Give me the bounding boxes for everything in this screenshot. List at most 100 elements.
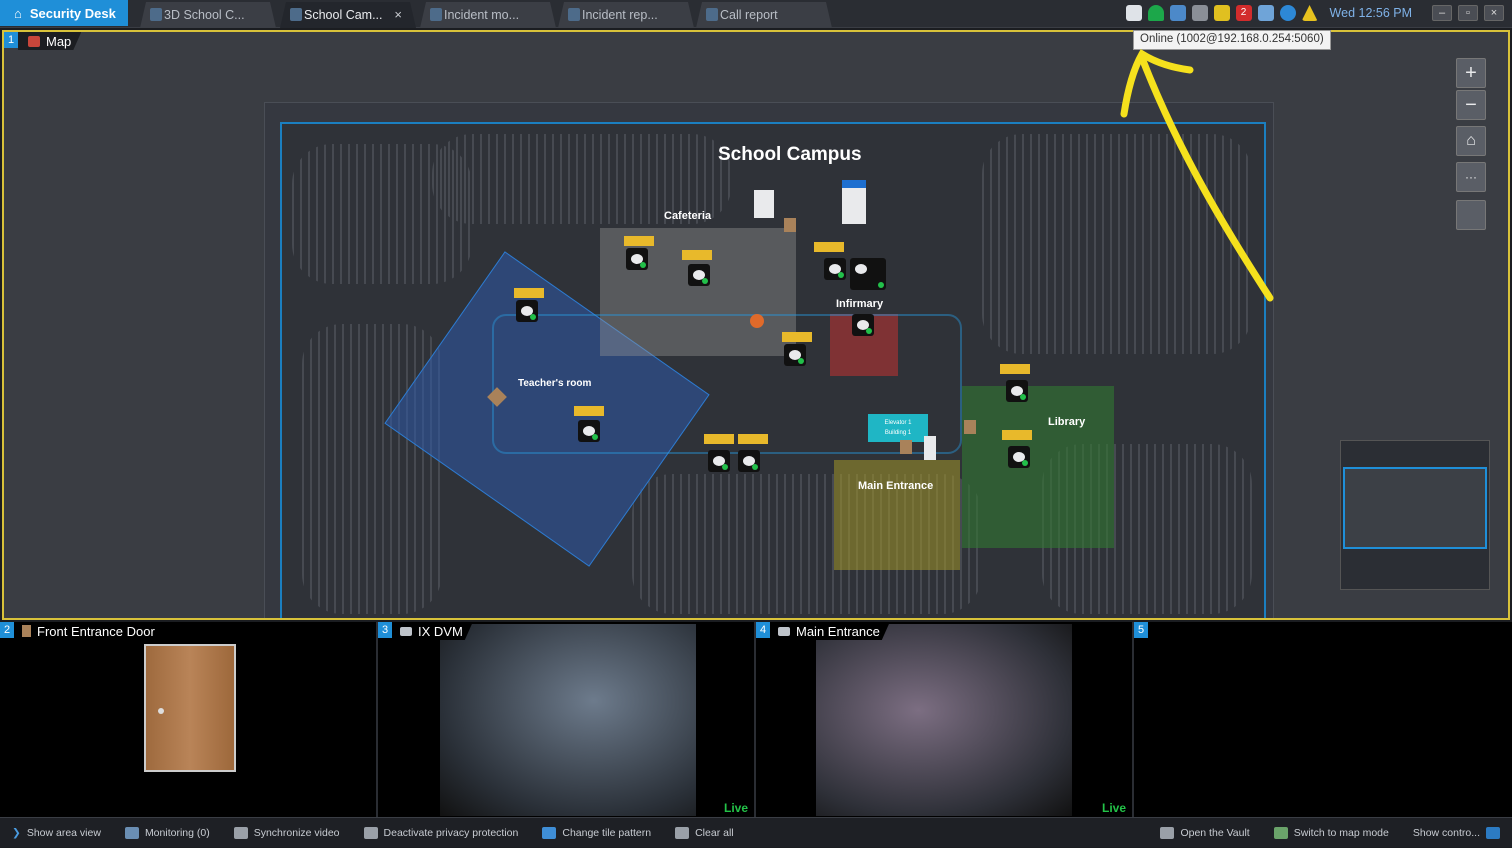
intercom-icon[interactable] bbox=[924, 436, 936, 460]
door-icon[interactable] bbox=[784, 218, 796, 232]
zone-label-library: Library bbox=[1048, 416, 1086, 428]
monitor-icon[interactable] bbox=[1169, 5, 1186, 21]
device-tag bbox=[1000, 364, 1030, 374]
clear-icon bbox=[675, 826, 690, 839]
door-icon[interactable] bbox=[900, 440, 912, 454]
device-tag bbox=[704, 434, 734, 444]
genetec-icon[interactable] bbox=[1125, 5, 1142, 21]
zone-label-cafeteria: Cafeteria bbox=[664, 210, 712, 222]
phone-icon[interactable] bbox=[1147, 5, 1164, 21]
tile-label: Main Entrance bbox=[770, 622, 890, 640]
open-vault-button[interactable]: Open the Vault bbox=[1148, 818, 1261, 848]
megaphone-icon[interactable] bbox=[1213, 5, 1230, 21]
home-tab[interactable]: ⌂ Security Desk bbox=[0, 0, 128, 26]
show-area-view-button[interactable]: ❯ Show area view bbox=[0, 818, 113, 848]
globe-icon[interactable] bbox=[1279, 5, 1296, 21]
minimap-viewport[interactable] bbox=[1343, 467, 1487, 549]
map-title: School Campus bbox=[718, 144, 862, 165]
switch-map-mode-button[interactable]: Switch to map mode bbox=[1262, 818, 1401, 848]
speaker-device-icon[interactable] bbox=[1008, 446, 1030, 468]
video-tile-front-entrance-door[interactable]: 2 Front Entrance Door bbox=[0, 622, 378, 817]
speaker-device-icon[interactable] bbox=[850, 258, 886, 290]
intercom-icon[interactable] bbox=[754, 190, 774, 218]
alarm-marker-icon[interactable] bbox=[750, 314, 764, 328]
door-image bbox=[144, 644, 236, 772]
home-button[interactable]: ⌂ bbox=[1456, 126, 1486, 156]
minimize-button[interactable]: – bbox=[1432, 5, 1452, 21]
speaker-device-icon[interactable] bbox=[578, 420, 600, 442]
device-tag bbox=[514, 288, 544, 298]
synchronize-video-button[interactable]: Synchronize video bbox=[222, 818, 352, 848]
door-icon bbox=[22, 625, 31, 637]
tab-incident-monitoring[interactable]: Incident mo... bbox=[420, 2, 556, 28]
tile-number: 3 bbox=[378, 622, 392, 638]
tab-school-campus[interactable]: School Cam... × bbox=[280, 2, 416, 28]
tab-call-report[interactable]: Call report bbox=[696, 2, 832, 28]
door-icon[interactable] bbox=[964, 420, 976, 434]
system-tray: 2 Wed 12:56 PM – ▫ × bbox=[1125, 0, 1512, 26]
speaker-device-icon[interactable] bbox=[1006, 380, 1028, 402]
privacy-icon bbox=[363, 826, 378, 839]
device-tag bbox=[782, 332, 812, 342]
app-name: Security Desk bbox=[29, 5, 116, 21]
layers-button[interactable] bbox=[1456, 200, 1486, 230]
elevator-marker[interactable]: Elevator 1 Building 1 bbox=[868, 414, 928, 442]
tile-number: 4 bbox=[756, 622, 770, 638]
incident-icon bbox=[430, 8, 442, 21]
video-tile-empty[interactable]: 5 bbox=[1134, 622, 1512, 817]
zone-label-infirmary: Infirmary bbox=[836, 298, 884, 310]
speaker-device-icon[interactable] bbox=[708, 450, 730, 472]
camera-device-icon[interactable] bbox=[852, 314, 874, 336]
camera-feed[interactable] bbox=[816, 624, 1072, 816]
change-tile-pattern-button[interactable]: Change tile pattern bbox=[530, 818, 663, 848]
ip-phone-icon[interactable] bbox=[784, 344, 806, 366]
toolbar-right-group: Open the Vault Switch to map mode Show c… bbox=[1148, 818, 1512, 848]
speaker-device-icon[interactable] bbox=[824, 258, 846, 280]
close-window-button[interactable]: × bbox=[1484, 5, 1504, 21]
chevron-right-icon: ❯ bbox=[12, 826, 21, 839]
device-tag bbox=[574, 406, 604, 416]
clear-all-button[interactable]: Clear all bbox=[663, 818, 746, 848]
show-controls-button[interactable]: Show contro... bbox=[1401, 818, 1512, 848]
map-icon bbox=[290, 8, 302, 21]
speaker-device-icon[interactable] bbox=[738, 450, 760, 472]
device-tag bbox=[814, 242, 844, 252]
zoom-in-button[interactable]: + bbox=[1456, 58, 1486, 88]
emergency-station-icon[interactable] bbox=[842, 180, 866, 224]
monitoring-button[interactable]: Monitoring (0) bbox=[113, 818, 222, 848]
speaker-device-icon[interactable] bbox=[688, 264, 710, 286]
zoom-out-button[interactable]: − bbox=[1456, 90, 1486, 120]
home-icon: ⌂ bbox=[14, 5, 22, 21]
deactivate-privacy-button[interactable]: Deactivate privacy protection bbox=[352, 818, 531, 848]
speaker-device-icon[interactable] bbox=[516, 300, 538, 322]
more-options-button[interactable]: ··· bbox=[1456, 162, 1486, 192]
zone-main-entrance[interactable] bbox=[834, 460, 960, 570]
video-tile-ix-dvm[interactable]: 3 IX DVM Live bbox=[378, 622, 756, 817]
report-icon bbox=[568, 8, 580, 21]
controls-icon bbox=[1486, 826, 1500, 839]
bell-icon[interactable] bbox=[1191, 5, 1208, 21]
title-bar: ⌂ Security Desk 3D School C... School Ca… bbox=[0, 0, 1512, 28]
speaker-device-icon[interactable] bbox=[626, 248, 648, 270]
tab-incident-report[interactable]: Incident rep... bbox=[558, 2, 694, 28]
volume-icon[interactable] bbox=[1257, 5, 1274, 21]
tab-3d-school[interactable]: 3D School C... bbox=[140, 2, 276, 28]
tile-number: 1 bbox=[4, 32, 18, 48]
alarm-badge[interactable]: 2 bbox=[1235, 5, 1252, 21]
device-tag bbox=[738, 434, 768, 444]
tile-number: 2 bbox=[0, 622, 14, 638]
minimap[interactable] bbox=[1340, 440, 1490, 590]
map-mode-icon bbox=[1273, 826, 1288, 839]
maximize-button[interactable]: ▫ bbox=[1458, 5, 1478, 21]
door-knob bbox=[158, 708, 164, 714]
tab-label: Incident rep... bbox=[582, 8, 658, 22]
live-indicator: Live bbox=[723, 801, 748, 815]
vault-icon bbox=[1160, 826, 1175, 839]
camera-feed[interactable] bbox=[440, 624, 696, 816]
call-report-icon bbox=[706, 8, 718, 21]
warning-icon[interactable] bbox=[1301, 5, 1318, 21]
tile-label: Map bbox=[18, 32, 81, 50]
zone-library[interactable] bbox=[962, 386, 1114, 548]
video-tile-main-entrance[interactable]: 4 Main Entrance Live bbox=[756, 622, 1134, 817]
close-icon[interactable]: × bbox=[394, 7, 402, 22]
